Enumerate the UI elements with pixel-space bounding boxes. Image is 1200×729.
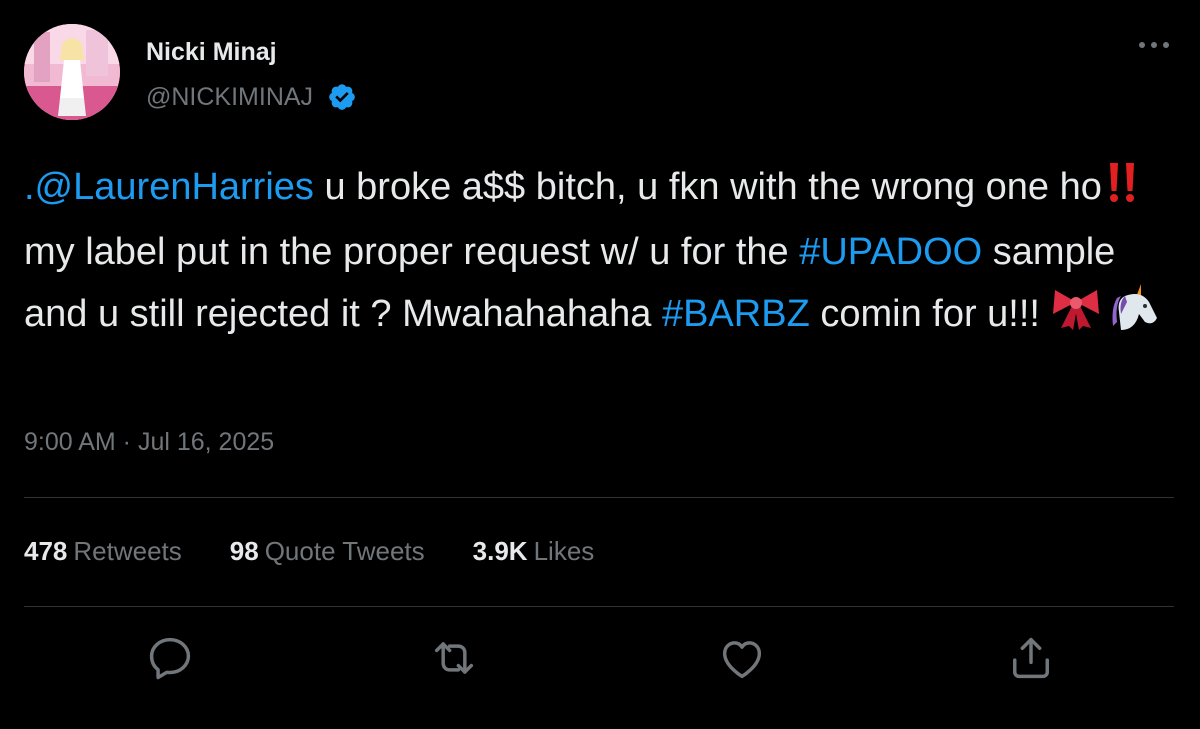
double-exclamation-icon: [1102, 161, 1142, 223]
avatar-image: [24, 24, 120, 120]
tweet: Nicki Minaj @NICKIMINAJ .@LaurenHarries …: [0, 0, 1200, 729]
tweet-text-part-1: u broke a$$ bitch, u fkn with the wrong …: [313, 166, 1102, 208]
more-options-icon[interactable]: [1134, 30, 1174, 60]
retweet-icon[interactable]: [428, 632, 480, 684]
tweet-text: .@LaurenHarries u broke a$$ bitch, u fkn…: [24, 158, 1174, 350]
quote-tweets-label: Quote Tweets: [264, 536, 425, 566]
likes-stat[interactable]: 3.9K Likes: [473, 536, 595, 567]
avatar[interactable]: [24, 24, 120, 120]
user-handle[interactable]: @NICKIMINAJ: [146, 83, 313, 112]
tweet-stats: 478 Retweets 98 Quote Tweets 3.9K Likes: [24, 536, 642, 567]
ribbon-icon: [1051, 282, 1101, 350]
hashtag-upadoo[interactable]: #UPADOO: [799, 231, 982, 273]
share-icon[interactable]: [1005, 632, 1057, 684]
divider: [24, 606, 1174, 607]
display-name[interactable]: Nicki Minaj: [146, 38, 277, 67]
reply-icon[interactable]: [144, 632, 196, 684]
heart-icon[interactable]: [716, 632, 768, 684]
likes-count: 3.9K: [472, 536, 528, 566]
retweets-stat[interactable]: 478 Retweets: [24, 536, 182, 567]
tweet-text-part-4: comin for u!!!: [809, 293, 1051, 335]
quote-tweets-stat[interactable]: 98 Quote Tweets: [230, 536, 425, 567]
retweets-label: Retweets: [73, 536, 182, 566]
divider: [24, 497, 1174, 498]
tweet-timestamp[interactable]: 9:00 AM · Jul 16, 2025: [24, 428, 274, 457]
quote-tweets-count: 98: [229, 536, 259, 566]
tweet-text-part-2: my label put in the proper request w/ u …: [24, 231, 800, 273]
handle-row: @NICKIMINAJ: [146, 82, 357, 112]
unicorn-icon: [1111, 282, 1161, 350]
verified-badge-icon: [327, 82, 357, 112]
retweets-count: 478: [24, 536, 68, 566]
likes-label: Likes: [533, 536, 595, 566]
hashtag-barbz[interactable]: #BARBZ: [662, 293, 810, 335]
mention-link[interactable]: .@LaurenHarries: [24, 166, 314, 208]
